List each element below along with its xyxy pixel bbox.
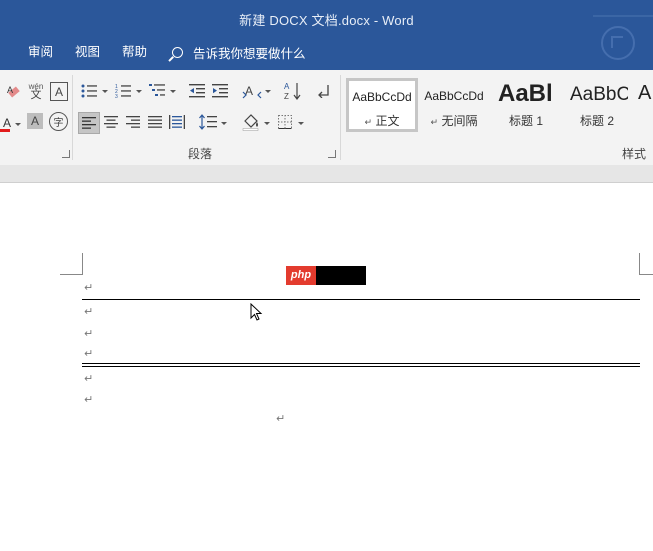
chinese-layout-dropdown-icon[interactable] [265,90,271,93]
align-right-icon[interactable] [124,112,142,132]
group-separator [72,75,73,160]
style-title[interactable]: A [638,78,653,132]
font-dialog-launcher-icon[interactable] [62,150,70,158]
paragraph-mark: ↵ [84,282,94,294]
php-logo: php [286,266,366,285]
align-center-icon[interactable] [102,112,120,132]
style-heading-2[interactable]: AaBbC 标题 2 [566,78,628,132]
paragraph-dialog-launcher-icon[interactable] [328,150,336,158]
align-left-icon[interactable] [78,112,100,134]
window-title: 新建 DOCX 文档.docx - Word [239,13,414,28]
horizontal-rule-double-top [82,363,640,364]
paragraph-mark: ↵ [84,306,94,318]
search-icon [172,46,184,58]
styles-group-label: 样式 [622,147,647,161]
svg-text:Z: Z [284,92,289,101]
logo-black-block [316,266,366,285]
style-name: 无间隔 [441,114,478,128]
mouse-cursor-icon [250,303,263,321]
logo-php-text: php [286,266,316,285]
font-color-dropdown-icon[interactable] [15,123,21,126]
paragraph-mark: ↵ [276,413,286,425]
horizontal-rule-double-bottom [82,366,640,367]
character-shading-icon[interactable]: A [27,113,43,129]
chinese-layout-icon[interactable]: A [242,82,262,100]
style-name: 标题 2 [579,114,614,128]
paragraph-mark: ↵ [84,373,94,385]
font-color-swatch [0,129,10,132]
account-icon[interactable] [601,26,635,60]
decrease-indent-icon[interactable] [188,82,206,100]
style-sample: A [638,82,652,104]
style-normal[interactable]: AaBbCcDd ↵ 正文 [346,78,418,132]
crop-mark-left [60,253,83,275]
tell-me-text: 告诉我你想要做什么 [193,46,306,61]
style-name: 标题 1 [508,114,543,128]
multilevel-list-icon[interactable] [148,82,166,100]
style-no-spacing[interactable]: AaBbCcDd ↵ 无间隔 [422,78,486,132]
paragraph-mark: ↵ [84,328,94,340]
title-bar: 新建 DOCX 文档.docx - Word 审阅 视图 帮助 告诉我你想要做什… [0,0,653,70]
crop-mark-right [639,253,653,275]
svg-text:A: A [245,84,253,98]
style-sample: AaBbC [570,84,628,105]
line-spacing-icon[interactable] [198,112,218,132]
styles-gallery: AaBbCcDd ↵ 正文 AaBbCcDd ↵ 无间隔 AaBl 标题 1 A… [346,78,653,134]
ruler-area [0,165,653,183]
style-name: 正文 [375,114,400,128]
numbering-icon[interactable]: 123 [114,82,132,100]
paragraph-mark-icon: ↵ [430,117,439,127]
group-separator [340,75,341,160]
bullets-dropdown-icon[interactable] [102,90,108,93]
paragraph-mark: ↵ [84,394,94,406]
tab-help[interactable]: 帮助 [111,40,158,64]
distributed-icon[interactable] [168,112,186,132]
svg-text:A: A [284,82,290,91]
paragraph-group-label: 段落 [188,147,213,161]
sort-icon[interactable]: AZ [284,80,302,102]
borders-dropdown-icon[interactable] [298,122,304,125]
increase-indent-icon[interactable] [211,82,229,100]
borders-icon[interactable] [276,113,294,131]
style-sample: AaBbCcDd [352,90,412,104]
multilevel-list-dropdown-icon[interactable] [170,90,176,93]
svg-text:3: 3 [115,94,118,99]
character-border-icon[interactable]: A [50,82,68,101]
shading-dropdown-icon[interactable] [264,122,270,125]
enclose-characters-icon[interactable]: 字 [49,112,68,131]
ribbon-tabs: 审阅 视图 帮助 告诉我你想要做什么 [0,40,306,64]
tab-review[interactable]: 审阅 [0,40,64,64]
paragraph-mark-icon: ↵ [364,117,373,127]
numbering-dropdown-icon[interactable] [136,90,142,93]
tab-view[interactable]: 视图 [64,40,111,64]
style-sample: AaBbCcDd [424,89,484,103]
line-spacing-dropdown-icon[interactable] [221,122,227,125]
svg-text:A: A [7,85,13,95]
ribbon: A wén 文 A A A 字 123 A AZ 段落 AaBbCcDd ↵ 正… [0,70,653,166]
document-canvas[interactable]: php ↵ ↵ ↵ ↵ ↵ ↵ ↵ [0,183,653,551]
style-heading-1[interactable]: AaBl 标题 1 [494,78,558,132]
bullets-icon[interactable] [80,82,98,100]
justify-icon[interactable] [146,112,164,132]
horizontal-rule-single [82,299,640,300]
clear-formatting-icon[interactable]: A [6,82,24,100]
shading-icon[interactable] [241,112,261,132]
show-hide-marks-icon[interactable] [316,82,332,100]
phonetic-guide-icon[interactable]: wén 文 [27,80,45,102]
tell-me-box[interactable]: 告诉我你想要做什么 [158,43,306,62]
style-sample: AaBl [498,80,553,107]
paragraph-mark: ↵ [84,348,94,360]
